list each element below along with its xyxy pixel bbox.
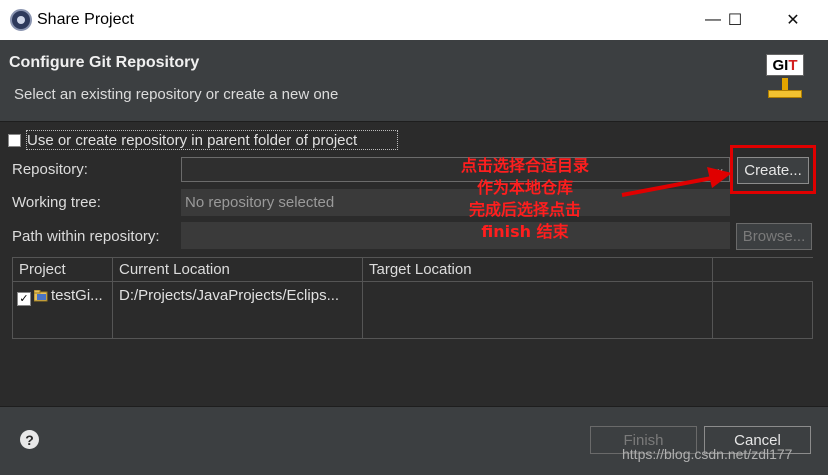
parent-folder-checkbox[interactable] <box>8 134 21 147</box>
table-row[interactable]: ✓ testGi... <box>13 282 113 339</box>
annotation-line: 作为本地仓库 <box>476 178 573 197</box>
annotation-line: 完成后选择点击 <box>468 200 581 219</box>
repository-label: Repository: <box>12 161 88 178</box>
window-title: Share Project <box>37 11 134 28</box>
chevron-down-icon[interactable]: ⌄ <box>715 161 725 175</box>
row-project-name: testGi... <box>51 287 103 304</box>
watermark: https://blog.csdn.net/zdl177 <box>622 446 793 462</box>
annotation-line: 点击选择合适目录 <box>460 156 589 175</box>
eclipse-app-icon <box>10 9 32 31</box>
window-titlebar: Share Project — ☐ ✕ <box>0 0 828 40</box>
column-header-empty <box>713 258 813 282</box>
close-button[interactable]: ✕ <box>770 0 816 40</box>
row-empty-cell <box>713 282 813 339</box>
path-label: Path within repository: <box>12 228 160 245</box>
help-icon[interactable]: ? <box>20 430 39 449</box>
working-tree-label: Working tree: <box>12 194 101 211</box>
annotation-text: 点击选择合适目录 作为本地仓库 完成后选择点击 finish 结束 <box>425 155 625 243</box>
maximize-button[interactable]: ☐ <box>712 0 758 40</box>
focus-outline <box>26 130 398 150</box>
wizard-header: Configure Git Repository Select an exist… <box>0 40 828 122</box>
page-title: Configure Git Repository <box>9 54 200 71</box>
column-header-target-location[interactable]: Target Location <box>363 258 713 282</box>
row-checkbox[interactable]: ✓ <box>17 292 31 306</box>
column-header-project[interactable]: Project <box>13 258 113 282</box>
git-logo-icon: GI T <box>766 54 804 116</box>
project-folder-icon <box>33 289 48 306</box>
git-logo-text: GI <box>772 56 789 74</box>
git-logo-text-t: T <box>788 56 798 74</box>
projects-table: Project Current Location Target Location… <box>12 257 813 339</box>
browse-button[interactable]: Browse... <box>736 223 812 250</box>
column-header-current-location[interactable]: Current Location <box>113 258 363 282</box>
row-target-location <box>363 282 713 339</box>
page-description: Select an existing repository or create … <box>14 86 339 103</box>
annotation-highlight-box <box>730 145 816 194</box>
annotation-line: finish 结束 <box>481 222 569 241</box>
row-current-location: D:/Projects/JavaProjects/Eclips... <box>113 282 363 339</box>
